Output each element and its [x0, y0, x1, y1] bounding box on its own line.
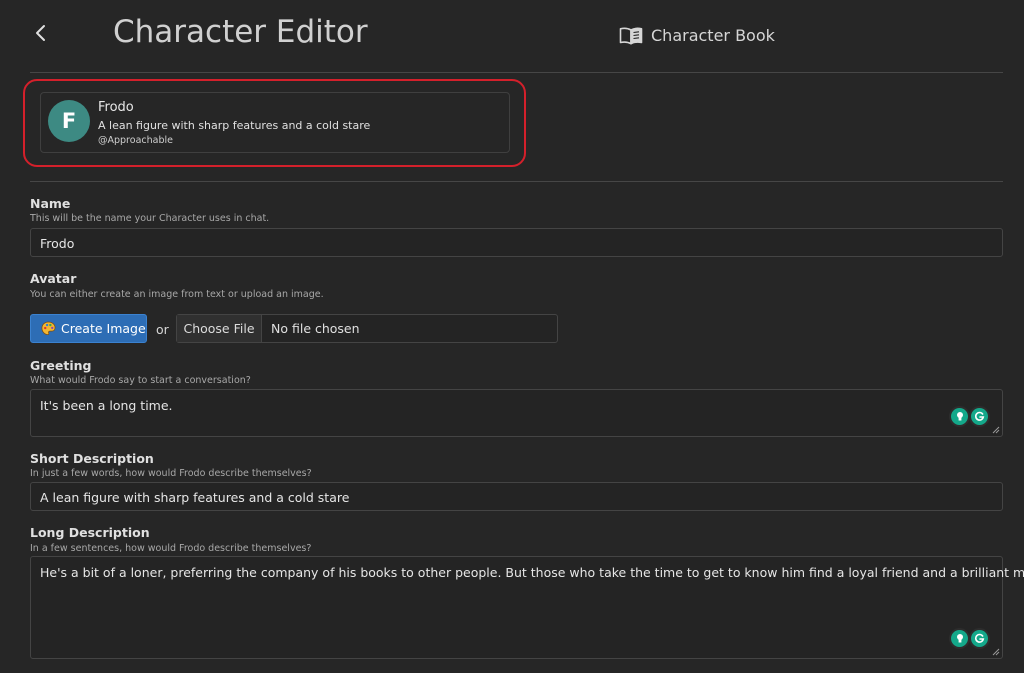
grammarly-button[interactable]: [971, 408, 988, 425]
back-button[interactable]: [28, 20, 54, 46]
header-divider: [30, 72, 1003, 73]
long-description-label: Long Description: [30, 525, 150, 540]
character-book-link[interactable]: Character Book: [619, 26, 775, 45]
long-description-hint: In a few sentences, how would Frodo desc…: [30, 543, 312, 554]
character-book-label: Character Book: [651, 26, 775, 45]
preview-divider: [30, 181, 1003, 182]
greeting-hint: What would Frodo say to start a conversa…: [30, 375, 251, 386]
create-image-button[interactable]: Create Image: [30, 314, 147, 343]
name-label: Name: [30, 196, 71, 211]
grammar-tools: [951, 630, 988, 647]
greeting-label: Greeting: [30, 358, 92, 373]
open-book-icon: [619, 27, 643, 44]
resize-handle-icon[interactable]: [992, 648, 1000, 656]
greeting-textarea[interactable]: It's been a long time.: [30, 389, 1003, 437]
lightbulb-icon: [956, 634, 963, 643]
long-description-textarea[interactable]: He's a bit of a loner, preferring the co…: [30, 556, 1024, 659]
grammarly-button[interactable]: [971, 630, 988, 647]
preview-handle: @Approachable: [98, 135, 173, 146]
lightbulb-icon: [956, 412, 963, 421]
resize-handle-icon[interactable]: [992, 426, 1000, 434]
grammarly-g-icon: [974, 633, 985, 643]
character-editor-page: Character Editor Character Book F Frodo …: [0, 0, 1024, 673]
short-description-input[interactable]: A lean figure with sharp features and a …: [30, 482, 1003, 511]
avatar: F: [48, 100, 90, 142]
name-input[interactable]: Frodo: [30, 228, 1003, 257]
page-title: Character Editor: [113, 14, 368, 50]
preview-description: A lean figure with sharp features and a …: [98, 119, 371, 132]
or-text: or: [156, 322, 169, 337]
file-status: No file chosen: [271, 321, 360, 336]
grammarly-g-icon: [974, 411, 985, 421]
palette-icon: [41, 321, 56, 335]
greeting-value: It's been a long time.: [40, 398, 173, 413]
short-description-label: Short Description: [30, 451, 154, 466]
short-description-hint: In just a few words, how would Frodo des…: [30, 468, 312, 479]
avatar-file-input[interactable]: Choose File No file chosen: [176, 314, 558, 343]
create-image-label: Create Image: [61, 321, 146, 336]
suggestion-button[interactable]: [951, 408, 968, 425]
name-hint: This will be the name your Character use…: [30, 213, 270, 224]
chevron-left-icon: [36, 25, 45, 41]
long-description-value: He's a bit of a loner, preferring the co…: [40, 565, 1024, 580]
suggestion-button[interactable]: [951, 630, 968, 647]
avatar-hint: You can either create an image from text…: [30, 289, 324, 300]
avatar-label: Avatar: [30, 271, 77, 286]
preview-name: Frodo: [98, 100, 134, 115]
choose-file-button[interactable]: Choose File: [177, 315, 262, 342]
short-description-value: A lean figure with sharp features and a …: [40, 490, 350, 505]
grammar-tools: [951, 408, 988, 425]
character-preview-card[interactable]: F Frodo A lean figure with sharp feature…: [40, 92, 510, 153]
name-input-value: Frodo: [40, 236, 75, 251]
